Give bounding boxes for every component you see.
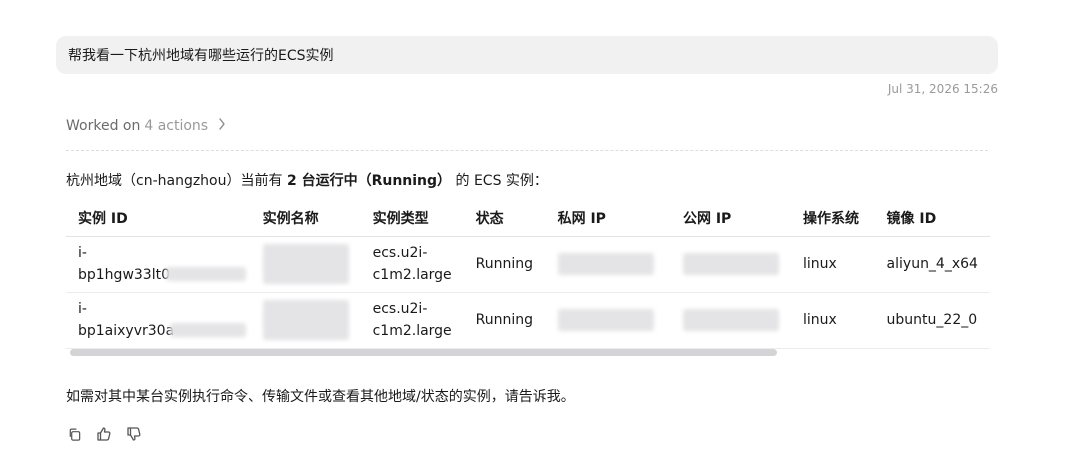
instance-id-line1: i- [78,301,87,317]
instance-type-line2: c1m2.large [372,267,452,283]
cell-image-id: ubuntu_22_0 [874,292,990,349]
cell-instance-id: i- bp1hgw33lt0 [66,236,251,293]
divider [66,150,988,151]
intro-pre: 杭州地域（cn-hangzhou）当前有 [66,173,287,189]
thumbs-up-icon[interactable] [96,426,112,442]
header-instance-name: 实例名称 [250,200,361,237]
header-os: 操作系统 [790,200,875,237]
intro-post: 的 ECS 实例： [451,173,548,189]
cell-public-ip [670,292,791,349]
table-row: i- bp1aixyvr30a ecs.u2i- c1m2.large Runn… [66,292,990,349]
cell-status: Running [463,292,546,349]
instances-table: 实例 ID 实例名称 实例类型 状态 私网 IP 公网 IP 操作系统 镜像 I… [66,200,990,349]
cell-status: Running [463,236,546,293]
user-message-text: 帮我看一下杭州地域有哪些运行的ECS实例 [68,48,334,64]
actions-count: 4 actions [144,118,209,134]
chevron-right-icon [218,118,226,134]
message-timestamp: Jul 31, 2026 15:26 [887,82,998,96]
instance-type-line2: c1m2.large [372,323,452,339]
redacted-blur [166,266,246,281]
header-image-id: 镜像 ID [874,200,990,237]
cell-public-ip [670,236,791,293]
header-status: 状态 [463,200,546,237]
header-instance-type: 实例类型 [360,200,464,237]
answer-outro: 如需对其中某台实例执行命令、传输文件或查看其他地域/状态的实例，请告诉我。 [66,389,575,405]
worked-on-toggle[interactable]: Worked on 4 actions [66,118,226,134]
table-header-row: 实例 ID 实例名称 实例类型 状态 私网 IP 公网 IP 操作系统 镜像 I… [66,200,990,237]
cell-instance-name [250,236,361,293]
scrollbar-thumb[interactable] [70,349,777,356]
header-public-ip: 公网 IP [670,200,791,237]
redacted-blur [262,300,349,340]
table-horizontal-scrollbar[interactable] [70,349,988,356]
cell-instance-name [250,292,361,349]
cell-instance-id: i- bp1aixyvr30a [66,292,251,349]
instance-id-line1: i- [78,245,87,261]
cell-os: linux [790,292,875,349]
redacted-blur [170,322,246,337]
cell-instance-type: ecs.u2i- c1m2.large [360,292,464,349]
cell-private-ip [545,236,671,293]
redacted-blur [557,253,654,275]
cell-instance-type: ecs.u2i- c1m2.large [360,236,464,293]
cell-private-ip [545,292,671,349]
redacted-blur [682,253,779,275]
redacted-blur [262,244,349,284]
answer-intro: 杭州地域（cn-hangzhou）当前有 2 台运行中（Running） 的 E… [66,170,548,190]
redacted-blur [682,309,779,331]
message-actions [66,426,142,442]
header-private-ip: 私网 IP [545,200,671,237]
user-message-bubble: 帮我看一下杭州地域有哪些运行的ECS实例 [56,36,998,74]
cell-os: linux [790,236,875,293]
cell-image-id: aliyun_4_x64 [874,236,990,293]
instance-type-line1: ecs.u2i- [372,245,428,261]
header-instance-id: 实例 ID [66,200,251,237]
redacted-blur [557,309,654,331]
table-row: i- bp1hgw33lt0 ecs.u2i- c1m2.large Runni… [66,236,990,293]
thumbs-down-icon[interactable] [126,426,142,442]
worked-on-label: Worked on [66,118,141,134]
instances-table-container: 实例 ID 实例名称 实例类型 状态 私网 IP 公网 IP 操作系统 镜像 I… [66,200,990,360]
intro-bold: 2 台运行中（Running） [286,173,452,189]
copy-icon[interactable] [66,426,82,442]
instance-type-line1: ecs.u2i- [372,301,428,317]
